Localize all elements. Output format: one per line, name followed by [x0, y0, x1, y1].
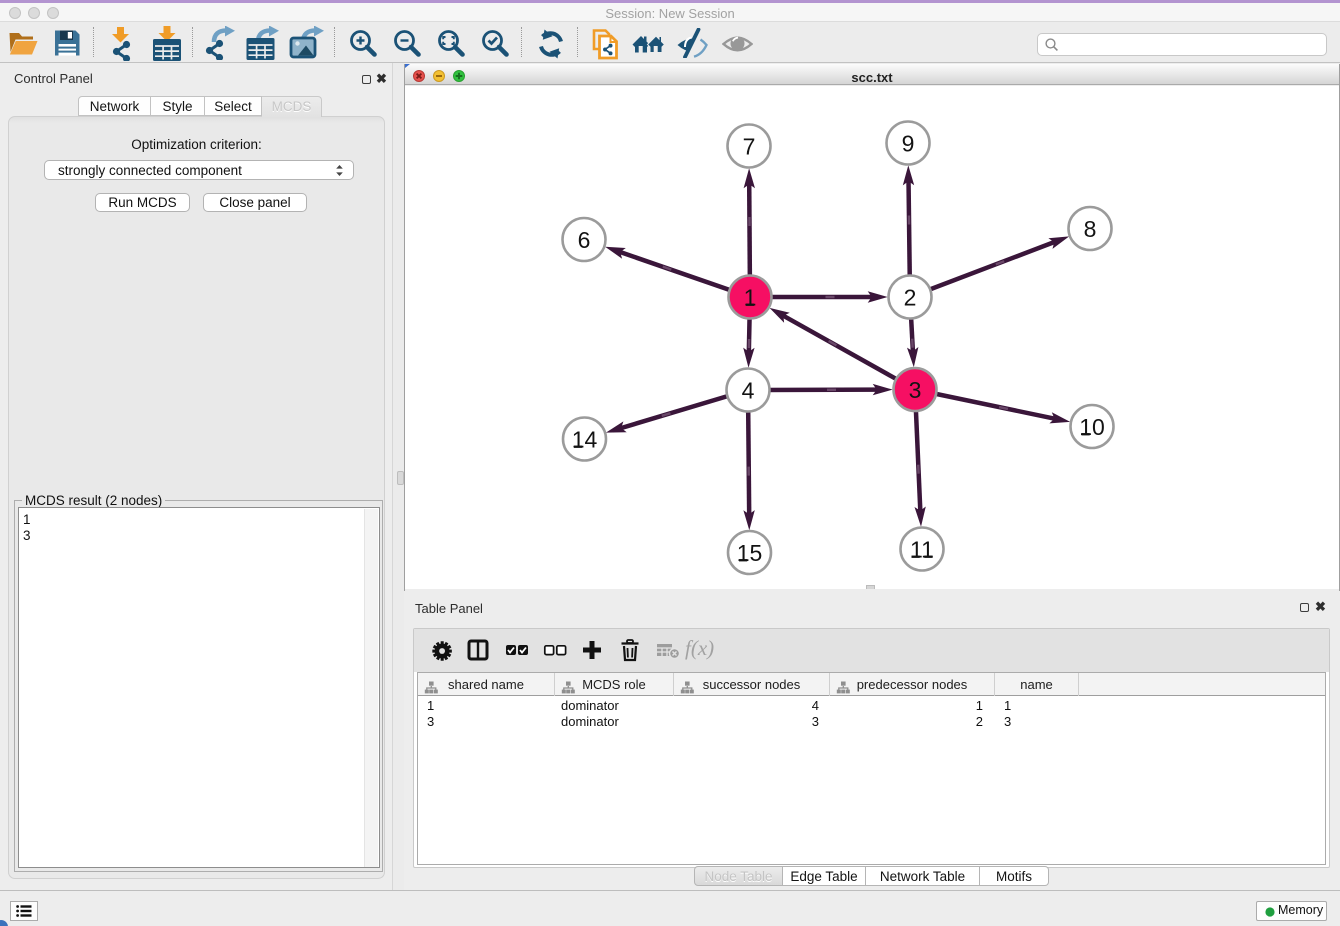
svg-text:15: 15 [737, 540, 763, 566]
svg-text:10: 10 [1079, 414, 1105, 440]
svg-text:14: 14 [572, 427, 598, 453]
svg-text:9: 9 [902, 131, 915, 157]
svg-text:7: 7 [743, 134, 756, 160]
svg-text:11: 11 [910, 537, 934, 563]
svg-text:6: 6 [578, 227, 591, 253]
svg-text:4: 4 [742, 378, 755, 404]
svg-text:8: 8 [1084, 216, 1097, 242]
svg-text:2: 2 [904, 285, 917, 311]
svg-text:3: 3 [909, 377, 922, 403]
svg-text:1: 1 [744, 285, 757, 311]
